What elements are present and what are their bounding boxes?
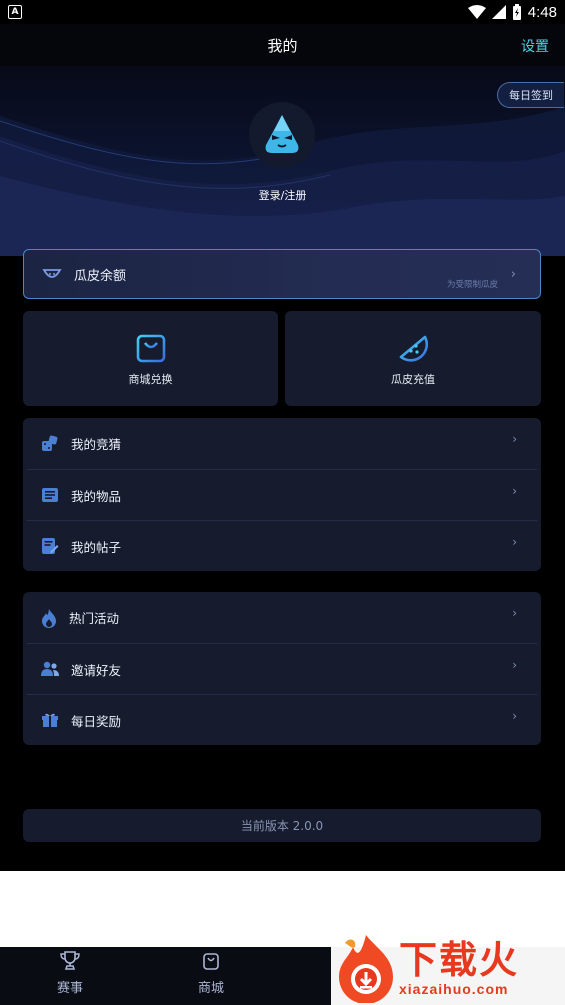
daily-checkin-button[interactable]: 每日签到 <box>497 82 564 108</box>
menu-item-invite-friends[interactable]: 邀请好友 › <box>27 643 537 694</box>
menu-item-my-guesses[interactable]: 我的竞猜 › <box>27 418 537 469</box>
avatar[interactable] <box>249 102 315 168</box>
tab-label: 赛事 <box>56 981 83 996</box>
status-time: 4:48 <box>527 3 557 21</box>
watermark-domain: xiazaihuo.com <box>399 980 509 997</box>
chevron-right-icon: › <box>512 658 517 672</box>
menu-label: 我的物品 <box>71 488 122 504</box>
people-icon <box>41 661 59 676</box>
profile-hero: 每日签到 登录/注册 <box>0 66 565 256</box>
watermark-brand: 下载火 <box>399 937 520 982</box>
menu-label: 我的竞猜 <box>71 437 122 452</box>
menu-group-mine: 我的竞猜 › 我的物品 › 我的帖子 › <box>23 418 541 571</box>
edit-note-icon <box>42 538 59 554</box>
balance-card[interactable]: 瓜皮余额 为受限制瓜皮 › <box>23 249 541 299</box>
menu-label: 热门活动 <box>69 611 120 626</box>
status-bar: A 4:48 <box>0 0 565 24</box>
menu-item-hot-events[interactable]: 热门活动 › <box>27 592 537 643</box>
menu-item-my-posts[interactable]: 我的帖子 › <box>27 520 537 571</box>
watermelon-icon <box>42 269 62 278</box>
site-watermark: 下载火 xiazaihuo.com <box>331 930 565 1005</box>
chevron-right-icon: › <box>512 432 517 446</box>
signal-icon <box>491 5 506 19</box>
app-header: 我的 设置 <box>0 24 565 66</box>
battery-icon <box>512 4 521 20</box>
menu-label: 邀请好友 <box>71 662 122 678</box>
tile-label: 瓜皮充值 <box>391 372 435 386</box>
fire-icon <box>42 608 56 628</box>
tile-label: 商城兑换 <box>128 372 173 386</box>
gift-icon <box>42 713 58 727</box>
shopping-bag-icon <box>203 953 219 970</box>
page-title: 我的 <box>267 36 298 55</box>
login-register-link[interactable]: 登录/注册 <box>0 187 565 203</box>
settings-button[interactable]: 设置 <box>521 36 549 56</box>
list-icon <box>42 488 58 502</box>
chevron-right-icon: › <box>512 606 517 620</box>
notification-icon: A <box>8 5 22 19</box>
chevron-right-icon: › <box>512 535 517 549</box>
dice-icon <box>42 435 58 451</box>
melon-recharge-tile[interactable]: 瓜皮充值 <box>285 311 541 406</box>
shopping-bag-icon <box>136 334 165 362</box>
tab-events[interactable]: 赛事 <box>40 951 100 996</box>
balance-sub-label: 为受限制瓜皮 <box>446 280 498 290</box>
app-version: 当前版本 2.0.0 <box>23 809 541 842</box>
flame-logo-icon <box>339 934 393 1003</box>
balance-label: 瓜皮余额 <box>74 268 127 284</box>
mascot-icon <box>265 115 299 153</box>
menu-group-activities: 热门活动 › 邀请好友 › 每日奖励 › <box>23 592 541 745</box>
trophy-icon <box>60 951 80 970</box>
chevron-right-icon: › <box>512 484 517 498</box>
menu-label: 每日奖励 <box>71 713 122 729</box>
chevron-right-icon: › <box>510 266 516 282</box>
tab-shop[interactable]: 商城 <box>181 951 241 996</box>
menu-item-my-items[interactable]: 我的物品 › <box>27 469 537 520</box>
shop-exchange-tile[interactable]: 商城兑换 <box>23 311 278 406</box>
menu-item-daily-rewards[interactable]: 每日奖励 › <box>27 694 537 745</box>
tab-label: 商城 <box>197 981 224 996</box>
menu-label: 我的帖子 <box>71 539 122 555</box>
chevron-right-icon: › <box>512 709 517 723</box>
wifi-icon <box>467 5 486 19</box>
watermelon-icon <box>399 335 429 362</box>
